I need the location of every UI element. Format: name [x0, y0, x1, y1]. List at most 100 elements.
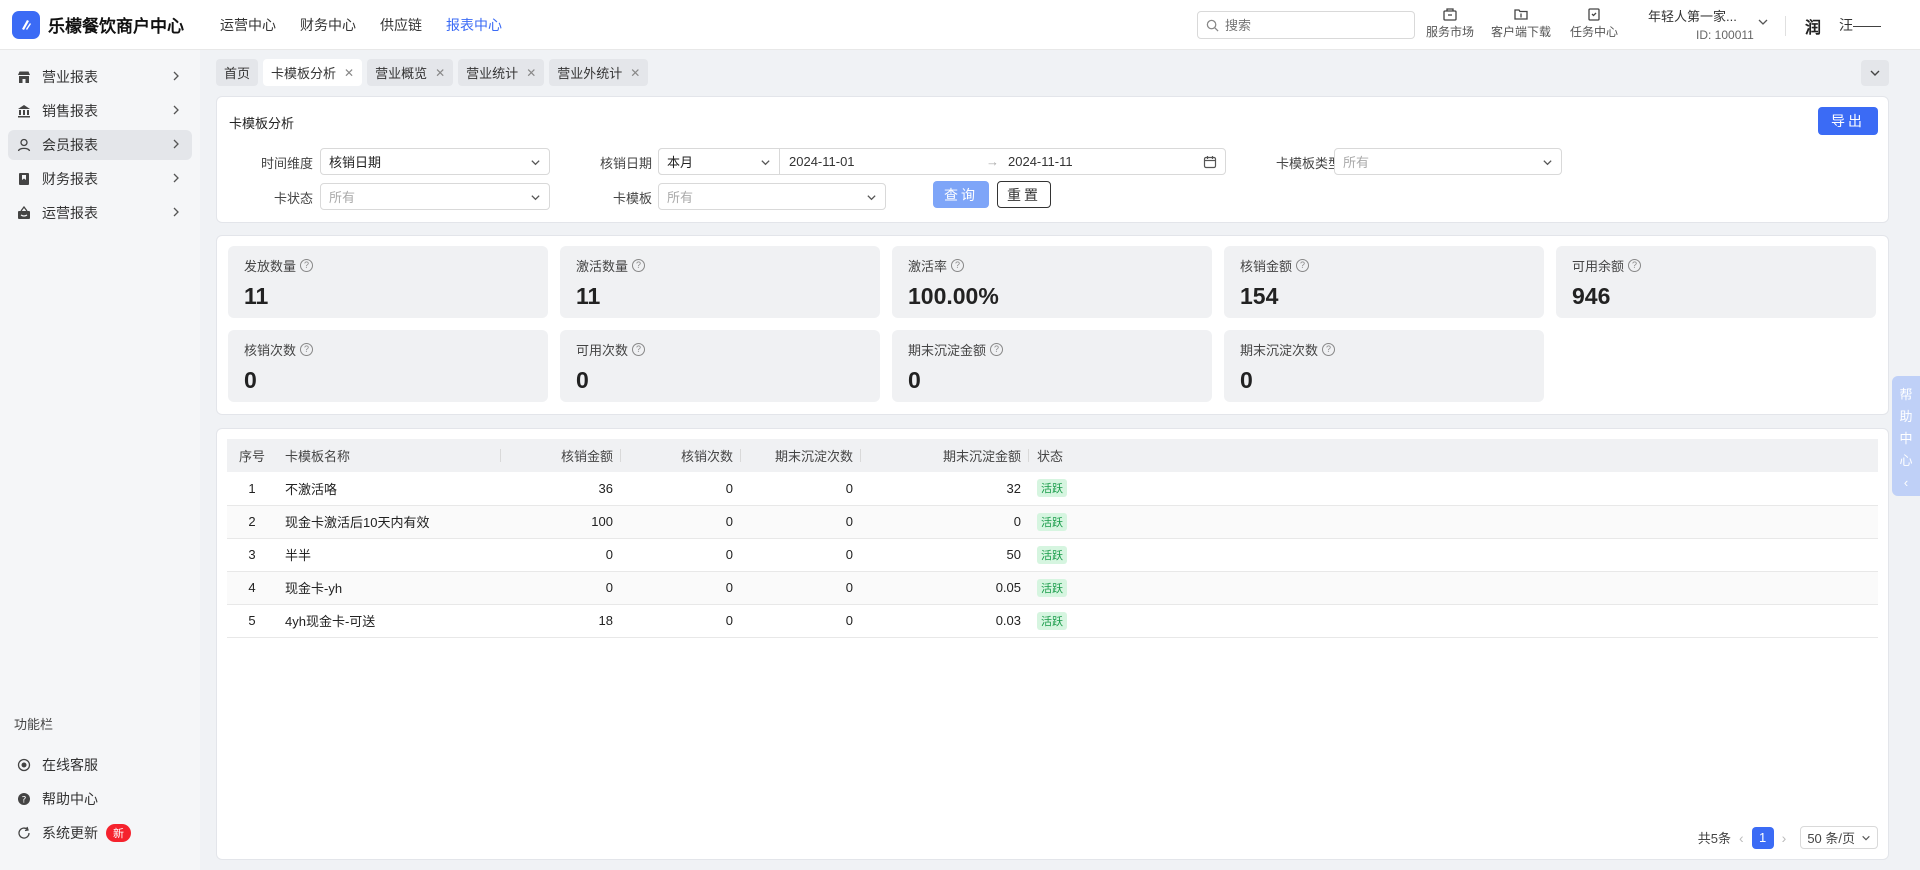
stat-label: 期末沉淀金额: [908, 343, 987, 358]
topnav-reports[interactable]: 报表中心: [446, 15, 502, 35]
help-icon[interactable]: ?: [300, 259, 314, 272]
table-row[interactable]: 4 现金卡-yh 0 0 0 0.05 活跃: [227, 571, 1878, 605]
card-status-select[interactable]: 所有: [320, 183, 550, 210]
cell-redeemed-amount: 36: [501, 472, 621, 506]
sidebar-item-sales-report[interactable]: 销售报表: [8, 96, 192, 126]
help-icon[interactable]: ?: [632, 259, 646, 272]
help-float-char: 中: [1899, 431, 1913, 446]
close-icon[interactable]: ✕: [435, 66, 445, 80]
query-button[interactable]: 查询: [933, 181, 989, 208]
tabs-dropdown-button[interactable]: [1861, 60, 1889, 86]
brand[interactable]: 乐檬餐饮商户中心: [0, 10, 200, 39]
card-template-type-select[interactable]: 所有: [1334, 148, 1562, 175]
topnav-operations[interactable]: 运营中心: [220, 15, 276, 35]
time-dimension-select[interactable]: 核销日期: [320, 148, 550, 175]
close-icon[interactable]: ✕: [526, 66, 536, 80]
folder-download-icon: [1514, 9, 1528, 20]
card-template-type-label: 卡模板类型: [1275, 156, 1341, 171]
help-center-float-button[interactable]: 帮 助 中 心 ‹: [1892, 376, 1920, 496]
help-icon[interactable]: ?: [1296, 259, 1310, 272]
chevron-down-icon: [1543, 160, 1552, 166]
help-icon[interactable]: ?: [990, 343, 1004, 356]
table-row[interactable]: 5 4yh现金卡-可送 18 0 0 0.03 活跃: [227, 604, 1878, 638]
close-icon[interactable]: ✕: [630, 66, 640, 80]
help-icon[interactable]: ?: [300, 343, 314, 356]
table-row[interactable]: 2 现金卡激活后10天内有效 100 0 0 0 活跃: [227, 505, 1878, 539]
column-header: 卡模板名称: [277, 439, 501, 472]
cell-redeemed-amount: 0: [501, 571, 621, 605]
topnav-supply-chain[interactable]: 供应链: [380, 15, 422, 35]
online-service-item[interactable]: 在线客服: [8, 750, 192, 780]
page-size-select[interactable]: 50 条/页: [1800, 826, 1878, 849]
service-market-button[interactable]: 服务市场: [1426, 7, 1474, 40]
page-number[interactable]: 1: [1751, 826, 1774, 849]
help-center-item[interactable]: ? 帮助中心: [8, 784, 192, 814]
page-tabs: 首页 卡模板分析 ✕ 营业概览 ✕ 营业统计 ✕ 营业外统计 ✕: [216, 59, 653, 86]
cell-ending-amount: 50: [861, 538, 1029, 572]
sidebar-item-business-report[interactable]: 营业报表: [8, 62, 192, 92]
date-start[interactable]: 2024-11-01: [789, 154, 855, 169]
arrow-right-icon: →: [986, 154, 999, 169]
period-select[interactable]: 本月: [658, 148, 780, 175]
tab-business-statistics[interactable]: 营业统计 ✕: [458, 59, 545, 86]
tab-business-overview[interactable]: 营业概览 ✕: [367, 59, 454, 86]
chevron-down-icon: [531, 160, 540, 166]
chevron-down-icon[interactable]: [1757, 16, 1769, 28]
page-title: 卡模板分析: [229, 116, 295, 131]
table-header-row: 序号 卡模板名称 核销金额 核销次数 期末沉淀次数 期末沉淀金额 状态: [227, 439, 1878, 472]
account-name: 年轻人第一家...: [1648, 9, 1737, 24]
search-input[interactable]: [1225, 17, 1395, 33]
stat-card-issued: 发放数量? 11: [228, 246, 548, 318]
task-center-button[interactable]: 任务中心: [1570, 7, 1618, 40]
user-menu[interactable]: 润 汪——: [1805, 14, 1881, 37]
sidebar-item-label: 营业报表: [42, 69, 98, 85]
close-icon[interactable]: ✕: [344, 66, 354, 80]
table-row[interactable]: 1 不激活咯 36 0 0 32 活跃: [227, 472, 1878, 506]
sidebar-item-operation-report[interactable]: 运营报表: [8, 198, 192, 228]
tab-non-business-statistics[interactable]: 营业外统计 ✕: [549, 59, 649, 86]
topnav-finance[interactable]: 财务中心: [300, 15, 356, 35]
system-update-item[interactable]: 系统更新 新: [8, 818, 192, 848]
brand-logo-icon: [12, 10, 40, 39]
cell-ending-amount: 0.05: [861, 571, 1029, 605]
stat-label: 可用余额: [1572, 259, 1625, 274]
calendar-icon[interactable]: [1203, 155, 1217, 169]
shopping-basket-icon: [16, 205, 32, 221]
help-icon[interactable]: ?: [951, 259, 965, 272]
help-icon[interactable]: ?: [632, 343, 646, 356]
table-row[interactable]: 3 半半 0 0 0 50 活跃: [227, 538, 1878, 572]
cell-ending-count: 0: [741, 472, 861, 506]
account-switcher[interactable]: 年轻人第一家... ID: 100011: [1648, 6, 1754, 42]
cell-ending-amount: 32: [861, 472, 1029, 506]
date-end[interactable]: 2024-11-11: [1008, 154, 1073, 169]
filter-panel: 卡模板分析 导出 时间维度 核销日期 核销日期 本月 2024-11-01 → …: [216, 96, 1889, 223]
sidebar: 营业报表 销售报表 会员报表 财务报表 运营报表 功能栏 在线客服 ? 帮助中心…: [0, 50, 200, 870]
reset-button[interactable]: 重置: [997, 181, 1051, 208]
card-status-value: 所有: [329, 190, 356, 205]
search-box[interactable]: [1197, 11, 1415, 39]
user-icon: [16, 137, 32, 153]
chevron-down-icon: [1862, 835, 1870, 840]
tab-label: 营业概览: [375, 66, 428, 81]
sidebar-item-member-report[interactable]: 会员报表: [8, 130, 192, 160]
chevron-right-icon[interactable]: ›: [1782, 830, 1787, 846]
client-download-button[interactable]: 客户端下载: [1491, 7, 1551, 40]
table-panel: 序号 卡模板名称 核销金额 核销次数 期末沉淀次数 期末沉淀金额 状态 1 不激…: [216, 428, 1889, 860]
sidebar-item-finance-report[interactable]: 财务报表: [8, 164, 192, 194]
cell-redeemed-amount: 0: [501, 538, 621, 572]
chevron-left-icon[interactable]: ‹: [1739, 830, 1744, 846]
help-float-char: 助: [1899, 409, 1913, 424]
date-range-picker[interactable]: 本月 2024-11-01 → 2024-11-11: [658, 148, 1226, 175]
help-center-label: 帮助中心: [42, 791, 98, 807]
tab-home[interactable]: 首页: [216, 59, 259, 86]
card-template-select[interactable]: 所有: [658, 183, 886, 210]
headset-icon: [16, 757, 32, 773]
help-icon[interactable]: ?: [1628, 259, 1642, 272]
tab-card-template-analysis[interactable]: 卡模板分析 ✕: [263, 59, 363, 86]
stat-card-available-balance: 可用余额? 946: [1556, 246, 1876, 318]
bookmark-icon: [16, 171, 32, 187]
help-icon[interactable]: ?: [1322, 343, 1336, 356]
export-button[interactable]: 导出: [1818, 107, 1878, 135]
cell-name: 现金卡-yh: [277, 571, 501, 605]
search-icon: [1206, 19, 1219, 32]
